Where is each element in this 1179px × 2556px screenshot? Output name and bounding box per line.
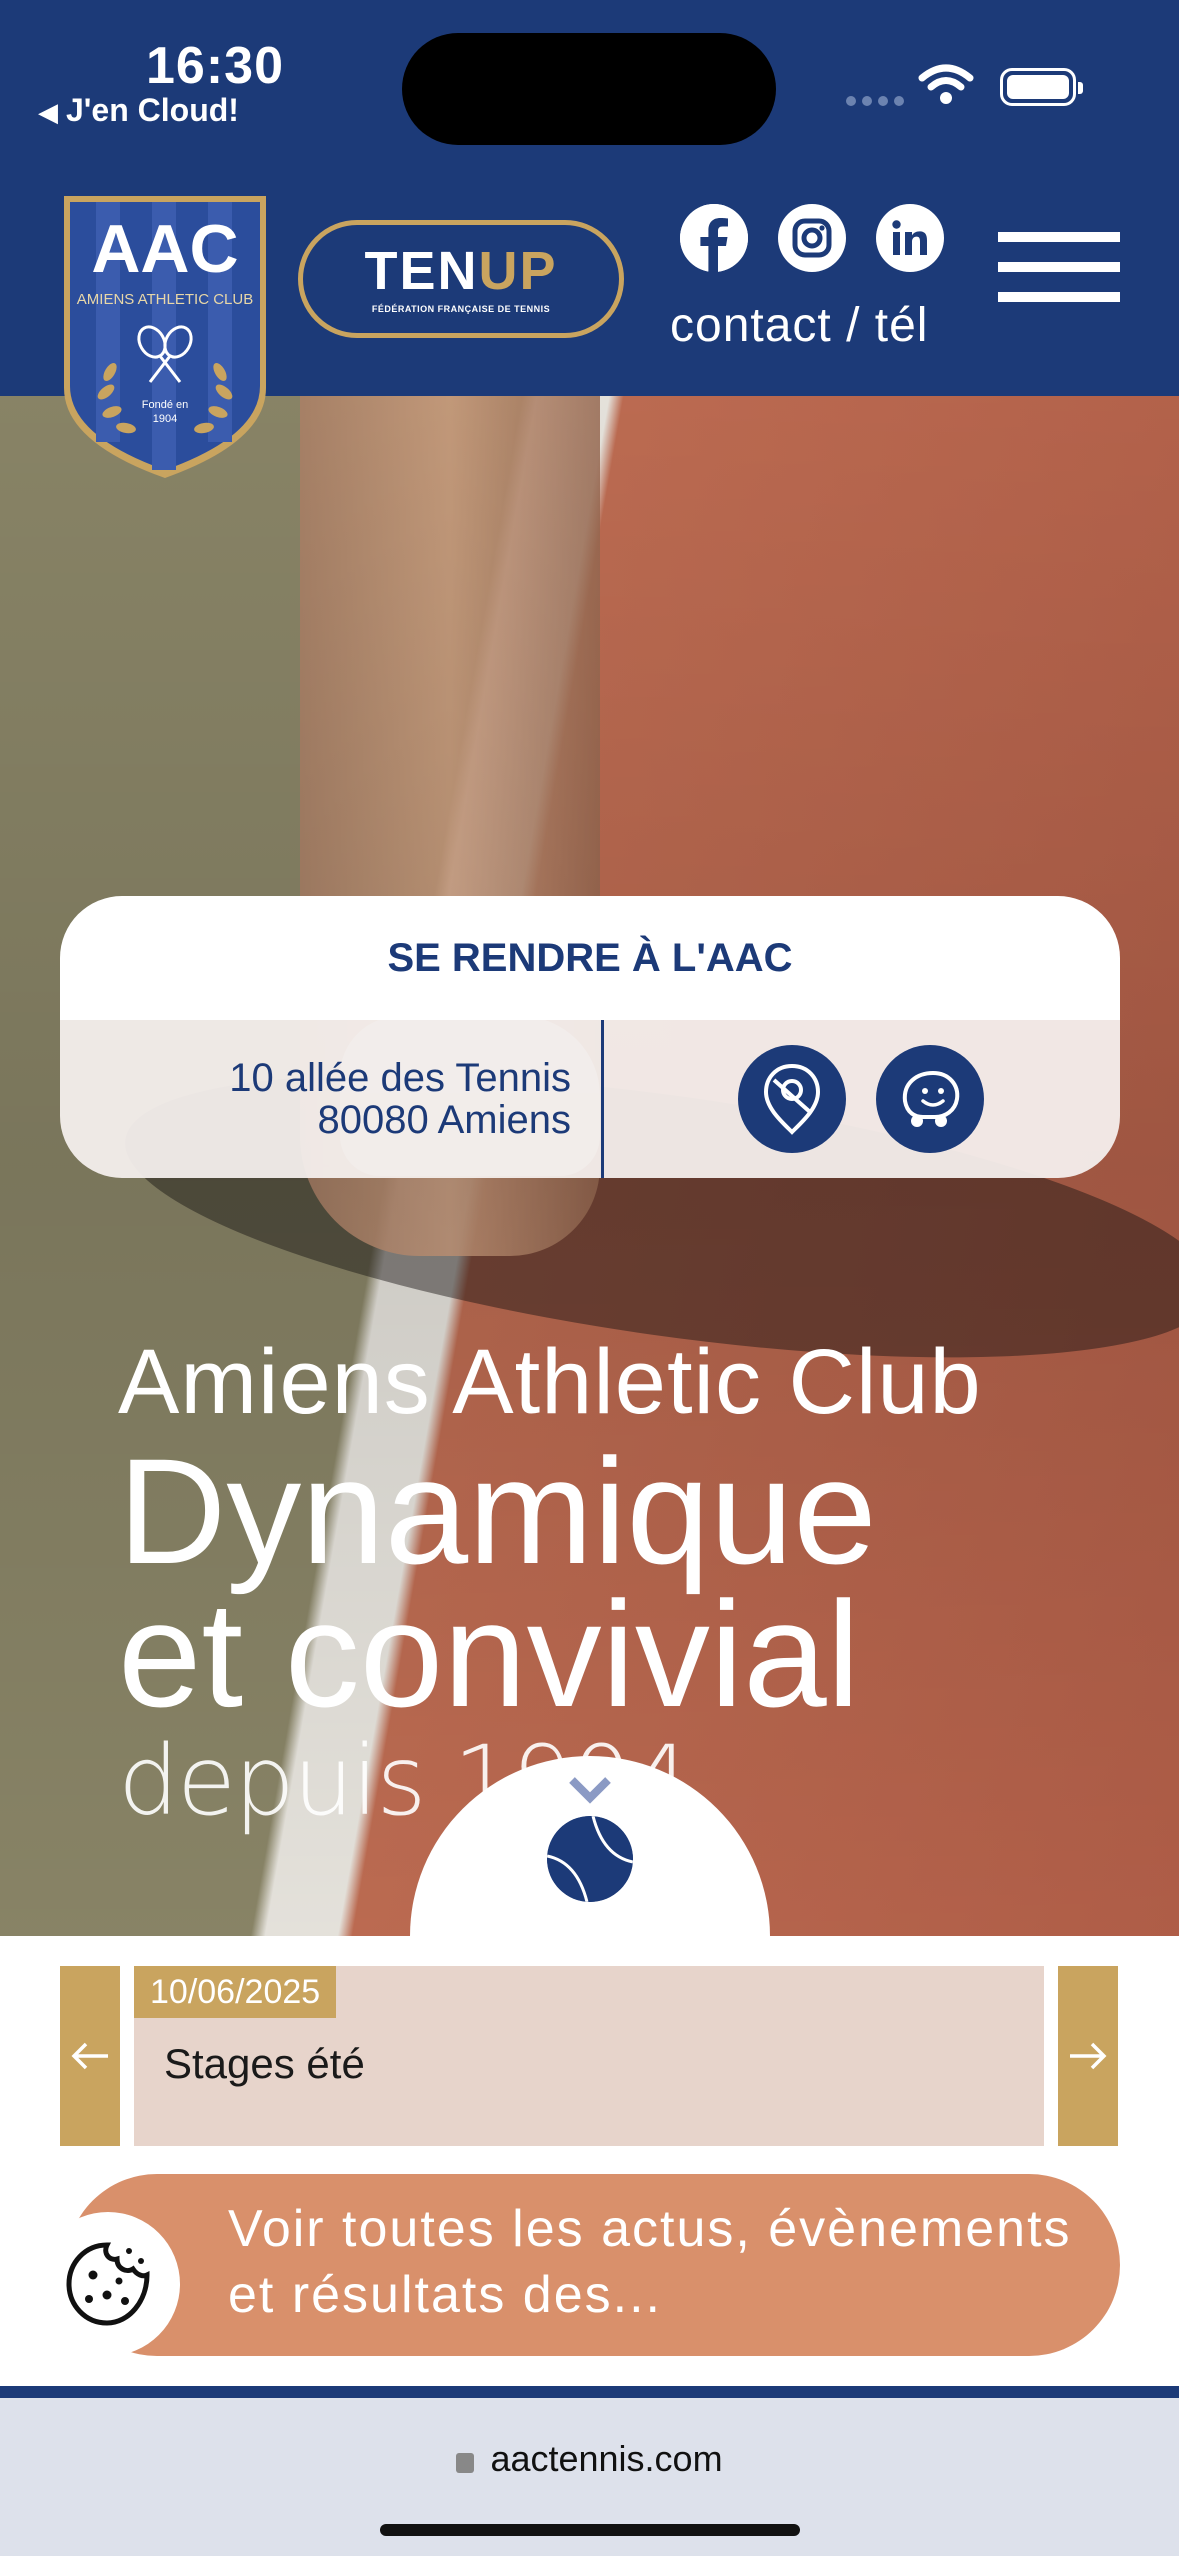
- wifi-icon: [918, 64, 974, 104]
- facebook-icon: [680, 204, 748, 272]
- url-text: aactennis.com: [490, 2438, 723, 2479]
- all-news-button[interactable]: Voir toutes les actus, évènements et rés…: [66, 2174, 1120, 2356]
- browser-address-bar[interactable]: aactennis.com: [0, 2398, 1179, 2556]
- arrow-left-icon: [71, 2042, 108, 2070]
- hero-line-convivial: et convivial: [118, 1569, 861, 1738]
- contact-link[interactable]: contact / tél: [670, 298, 928, 353]
- url-field[interactable]: aactennis.com: [0, 2438, 1179, 2480]
- news-prev-button[interactable]: [60, 1966, 120, 2146]
- news-date: 10/06/2025: [134, 1966, 337, 2018]
- arrow-right-icon: [1070, 2042, 1107, 2070]
- home-indicator[interactable]: [380, 2524, 800, 2536]
- footer-divider: [0, 2386, 1179, 2398]
- directions-card: SE RENDRE À L'AAC 10 allée des Tennis 80…: [60, 896, 1120, 1178]
- club-logo[interactable]: AAC AMIENS ATHLETIC CLUB Fondé en 1904: [60, 192, 270, 482]
- all-news-label: Voir toutes les actus, évènements et rés…: [228, 2200, 1072, 2325]
- club-address: 10 allée des Tennis 80080 Amiens: [60, 1020, 604, 1178]
- back-app-label: J'en Cloud!: [66, 92, 239, 128]
- news-next-button[interactable]: [1058, 1966, 1118, 2146]
- waze-button[interactable]: [876, 1045, 984, 1153]
- back-triangle-icon: ◀: [38, 97, 58, 127]
- news-title: Stages été: [164, 2040, 365, 2087]
- facebook-button[interactable]: [680, 204, 748, 272]
- battery-icon: [1000, 68, 1083, 106]
- linkedin-icon: [892, 220, 927, 255]
- linkedin-button[interactable]: [876, 204, 944, 272]
- logo-founded-line1: Fondé en: [142, 399, 188, 411]
- lock-icon: [456, 2453, 475, 2473]
- tenup-wordmark: TENUP: [364, 241, 558, 301]
- hero-section: SE RENDRE À L'AAC 10 allée des Tennis 80…: [0, 396, 1179, 1936]
- address-line-1: 10 allée des Tennis: [229, 1056, 571, 1100]
- tenup-link[interactable]: TENUP FÉDÉRATION FRANÇAISE DE TENNIS: [298, 220, 624, 338]
- address-line-2: 80080 Amiens: [317, 1098, 571, 1142]
- hero-line-club: Amiens Athletic Club: [118, 1331, 982, 1433]
- tenup-subtitle: FÉDÉRATION FRANÇAISE DE TENNIS: [371, 304, 551, 314]
- logo-founded-line2: 1904: [153, 413, 177, 425]
- cellular-signal-icon: [846, 96, 904, 106]
- news-item[interactable]: 10/06/2025 Stages été: [134, 1966, 1044, 2146]
- hero-headline: Amiens Athletic Club Dynamique et conviv…: [118, 1336, 982, 1829]
- cookie-settings-button[interactable]: [36, 2212, 180, 2356]
- logo-initials: AAC: [91, 211, 238, 287]
- status-time: 16:30: [146, 37, 284, 95]
- chevron-down-icon: [569, 1777, 611, 1804]
- back-to-app-link[interactable]: ◀ J'en Cloud!: [38, 92, 239, 129]
- maps-button[interactable]: [738, 1045, 846, 1153]
- directions-title: SE RENDRE À L'AAC: [387, 935, 793, 980]
- waze-icon: [902, 1070, 960, 1127]
- instagram-icon: [792, 218, 832, 258]
- hamburger-menu-icon[interactable]: [998, 232, 1120, 304]
- cookie-icon: [66, 2242, 150, 2326]
- tennis-ball-icon: [547, 1816, 633, 1902]
- instagram-button[interactable]: [778, 204, 846, 272]
- hero-line-dynamique: Dynamique: [118, 1427, 877, 1595]
- logo-club-name: AMIENS ATHLETIC CLUB: [77, 291, 253, 308]
- maps-pin-icon: [763, 1063, 821, 1135]
- dynamic-island: [402, 33, 776, 145]
